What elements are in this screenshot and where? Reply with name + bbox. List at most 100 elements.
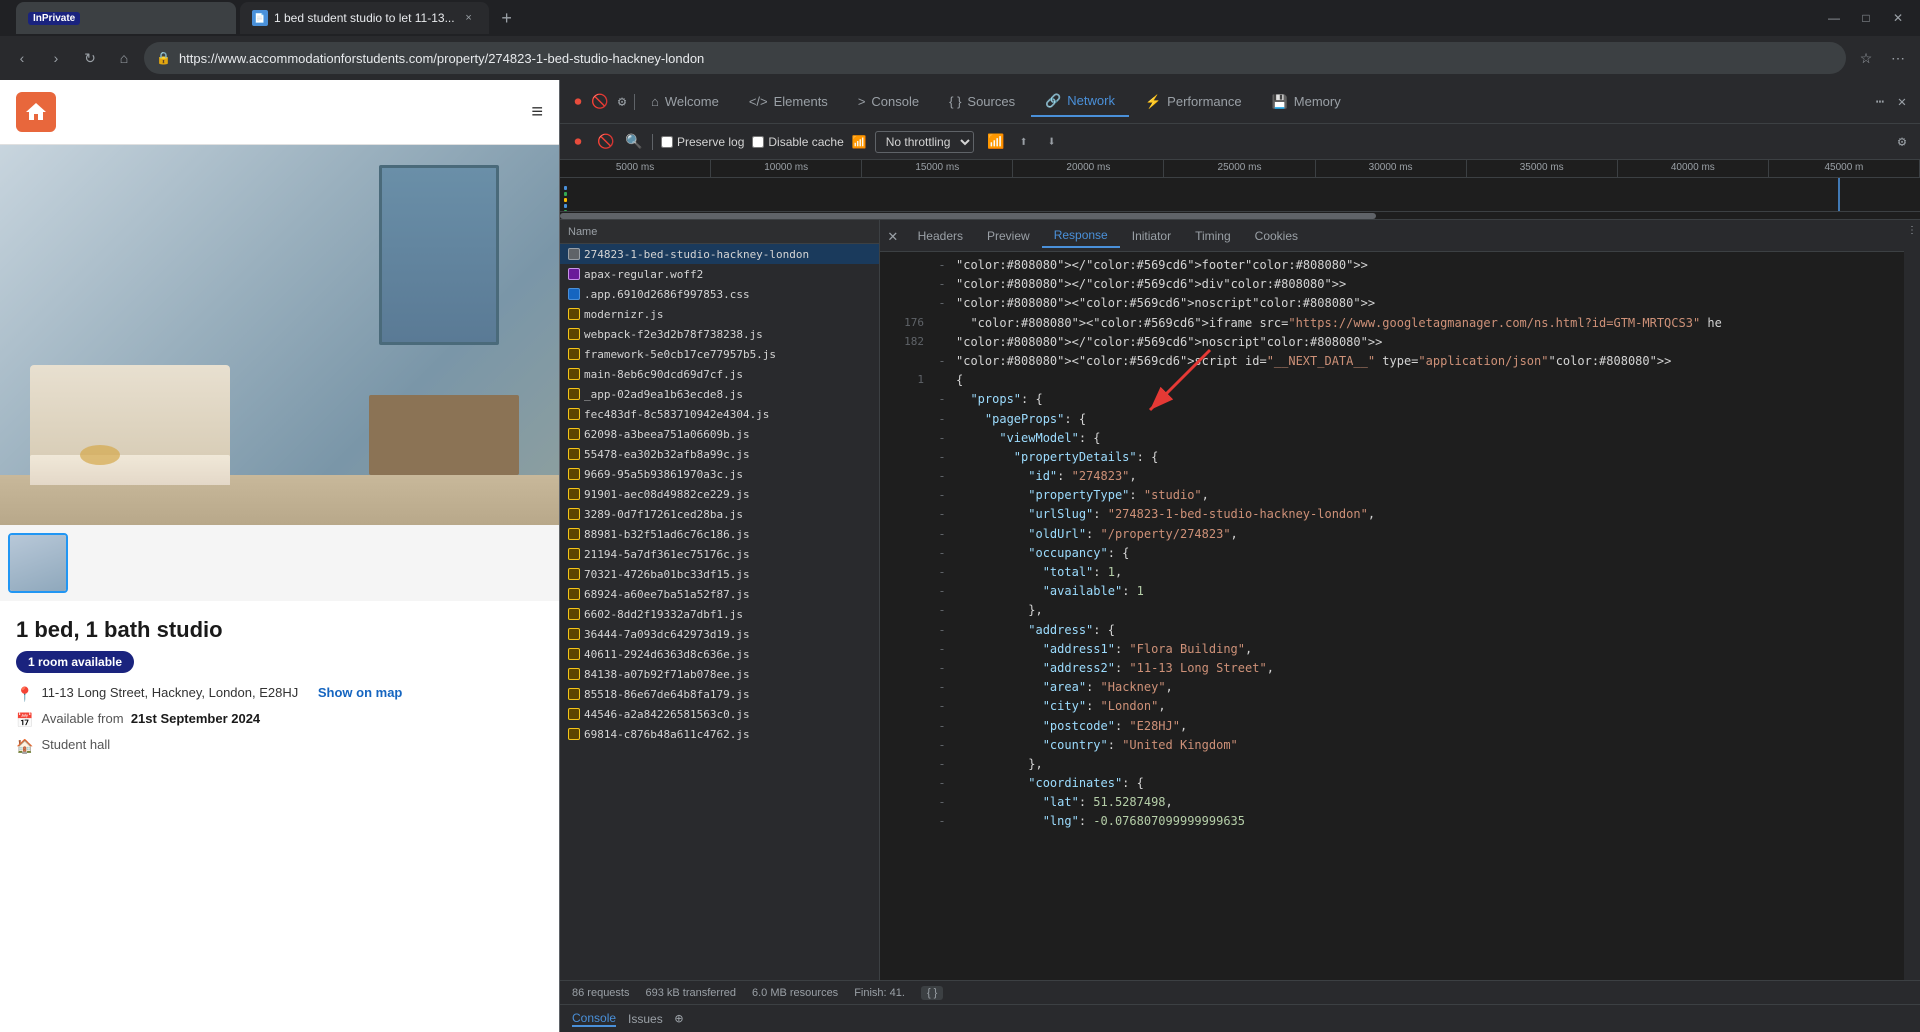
bed-decor [80, 445, 120, 465]
tab-cookies[interactable]: Cookies [1243, 225, 1310, 247]
network-item-name: 36444-7a093dc642973d19.js [584, 628, 871, 641]
tab-memory[interactable]: 💾 Memory [1258, 88, 1355, 116]
network-item-name: 55478-ea302b32afb8a99c.js [584, 448, 871, 461]
network-item[interactable]: 55478-ea302b32afb8a99c.js [560, 444, 879, 464]
refresh-button[interactable]: ↻ [76, 44, 104, 72]
network-list-header: Name [560, 220, 879, 244]
minimize-button[interactable]: — [1820, 4, 1848, 32]
forward-button[interactable]: › [42, 44, 70, 72]
file-type-icon [568, 508, 580, 520]
network-item[interactable]: 274823-1-bed-studio-hackney-london [560, 244, 879, 264]
settings-button[interactable]: ⋯ [1884, 44, 1912, 72]
network-item[interactable]: 62098-a3beea751a06609b.js [560, 424, 879, 444]
filter-button[interactable]: ⚙ [612, 92, 632, 112]
show-on-map-link[interactable]: Show on map [318, 685, 403, 700]
code-line: - "id": "274823", [880, 467, 1904, 486]
network-item[interactable]: 6602-8dd2f19332a7dbf1.js [560, 604, 879, 624]
network-item-name: 85518-86e67de64b8fa179.js [584, 688, 871, 701]
preserve-log-checkbox[interactable] [661, 136, 673, 148]
tab-headers[interactable]: Headers [906, 225, 975, 247]
tab-network[interactable]: 🔗 Network [1031, 87, 1129, 117]
network-item-name: 44546-a2a84226581563c0.js [584, 708, 871, 721]
preserve-log-label[interactable]: Preserve log [661, 135, 744, 149]
disable-cache-checkbox[interactable] [752, 136, 764, 148]
settings-devtools-button[interactable]: ✕ [1892, 92, 1912, 112]
line-content: "viewModel": { [956, 429, 1896, 448]
throttling-select[interactable]: No throttling [875, 131, 974, 153]
maximize-button[interactable]: □ [1852, 4, 1880, 32]
timeline-scrollbar[interactable] [560, 211, 1920, 219]
network-item[interactable]: 70321-4726ba01bc33df15.js [560, 564, 879, 584]
timeline-scrollbar-thumb[interactable] [560, 213, 1376, 219]
search-network-button[interactable]: 🔍 [624, 132, 644, 152]
inprivate-tab[interactable]: InPrivate [16, 2, 236, 34]
network-item[interactable]: 84138-a07b92f71ab078ee.js [560, 664, 879, 684]
network-item[interactable]: 44546-a2a84226581563c0.js [560, 704, 879, 724]
network-item[interactable]: framework-5e0cb17ce77957b5.js [560, 344, 879, 364]
file-type-icon [568, 288, 580, 300]
code-line: - "propertyDetails": { [880, 448, 1904, 467]
tab-console[interactable]: > Console [844, 88, 933, 115]
code-line: - "address": { [880, 621, 1904, 640]
clear-network-button[interactable]: 🚫 [596, 132, 616, 152]
response-tabs: ✕ Headers Preview Response Initiator Tim… [880, 220, 1904, 252]
nav-bar: ‹ › ↻ ⌂ 🔒 https://www.accommodationforst… [0, 36, 1920, 80]
active-tab[interactable]: 📄 1 bed student studio to let 11-13... × [240, 2, 489, 34]
issues-tab-btn[interactable]: Issues [628, 1012, 663, 1026]
network-item[interactable]: 68924-a60ee7ba51a52f87.js [560, 584, 879, 604]
network-item[interactable]: main-8eb6c90dcd69d7cf.js [560, 364, 879, 384]
home-button[interactable]: ⌂ [110, 44, 138, 72]
back-button[interactable]: ‹ [8, 44, 36, 72]
disable-cache-label[interactable]: Disable cache [752, 135, 843, 149]
network-item[interactable]: 85518-86e67de64b8fa179.js [560, 684, 879, 704]
network-item[interactable]: webpack-f2e3d2b78f738238.js [560, 324, 879, 344]
tab-response[interactable]: Response [1042, 224, 1120, 248]
tab-sources[interactable]: { } Sources [935, 88, 1029, 115]
network-item[interactable]: fec483df-8c583710942e4304.js [560, 404, 879, 424]
close-panel-button[interactable]: ✕ [888, 226, 898, 245]
more-tools-button[interactable]: ⋯ [1870, 92, 1890, 112]
stop-recording-button[interactable]: ⏺ [568, 132, 588, 152]
address-bar[interactable]: 🔒 https://www.accommodationforstudents.c… [144, 42, 1846, 74]
tab-timing[interactable]: Timing [1183, 225, 1243, 247]
tab-initiator[interactable]: Initiator [1120, 225, 1183, 247]
devtools-settings[interactable]: ⚙ [1892, 132, 1912, 152]
room-scene [0, 145, 559, 525]
tab-elements[interactable]: </> Elements [735, 88, 842, 115]
tab-performance[interactable]: ⚡ Performance [1131, 88, 1256, 116]
network-item[interactable]: 40611-2924d6363d8c636e.js [560, 644, 879, 664]
separator-1 [634, 94, 635, 110]
record-button[interactable]: ⏺ [568, 92, 588, 112]
tab-preview[interactable]: Preview [975, 225, 1042, 247]
add-tab-button[interactable]: ⊕ [675, 1011, 683, 1027]
network-item[interactable]: modernizr.js [560, 304, 879, 324]
website-panel: ≡ 1 bed, 1 bath studio 1 roo [0, 80, 560, 1032]
network-item[interactable]: 69814-c876b48a611c4762.js [560, 724, 879, 744]
network-item[interactable]: 91901-aec08d49882ce229.js [560, 484, 879, 504]
tab-close-button[interactable]: × [461, 10, 477, 26]
network-item[interactable]: 9669-95a5b93861970a3c.js [560, 464, 879, 484]
line-dash: - [936, 544, 948, 563]
tab-welcome[interactable]: ⌂ Welcome [637, 88, 733, 115]
js-badge[interactable]: { } [921, 986, 943, 1000]
network-item[interactable]: _app-02ad9ea1b63ecde8.js [560, 384, 879, 404]
close-button[interactable]: ✕ [1884, 4, 1912, 32]
resize-handle[interactable]: ⋮ [1906, 224, 1918, 236]
online-indicator[interactable]: 📶 [986, 132, 1006, 152]
hamburger-menu[interactable]: ≡ [531, 101, 543, 124]
network-item[interactable]: 21194-5a7df361ec75176c.js [560, 544, 879, 564]
network-item[interactable]: 88981-b32f51ad6c76c186.js [560, 524, 879, 544]
star-button[interactable]: ☆ [1852, 44, 1880, 72]
thumbnail-1[interactable] [8, 533, 68, 593]
console-tab-btn[interactable]: Console [572, 1011, 616, 1027]
file-type-icon [568, 548, 580, 560]
new-tab-button[interactable]: + [493, 4, 521, 32]
network-item[interactable]: 3289-0d7f17261ced28ba.js [560, 504, 879, 524]
network-item[interactable]: .app.6910d2686f997853.css [560, 284, 879, 304]
network-item[interactable]: 36444-7a093dc642973d19.js [560, 624, 879, 644]
upload-button[interactable]: ⬆ [1014, 132, 1034, 152]
clear-button[interactable]: 🚫 [590, 92, 610, 112]
network-item[interactable]: apax-regular.woff2 [560, 264, 879, 284]
bar-4 [564, 204, 567, 208]
download-button[interactable]: ⬇ [1042, 132, 1062, 152]
